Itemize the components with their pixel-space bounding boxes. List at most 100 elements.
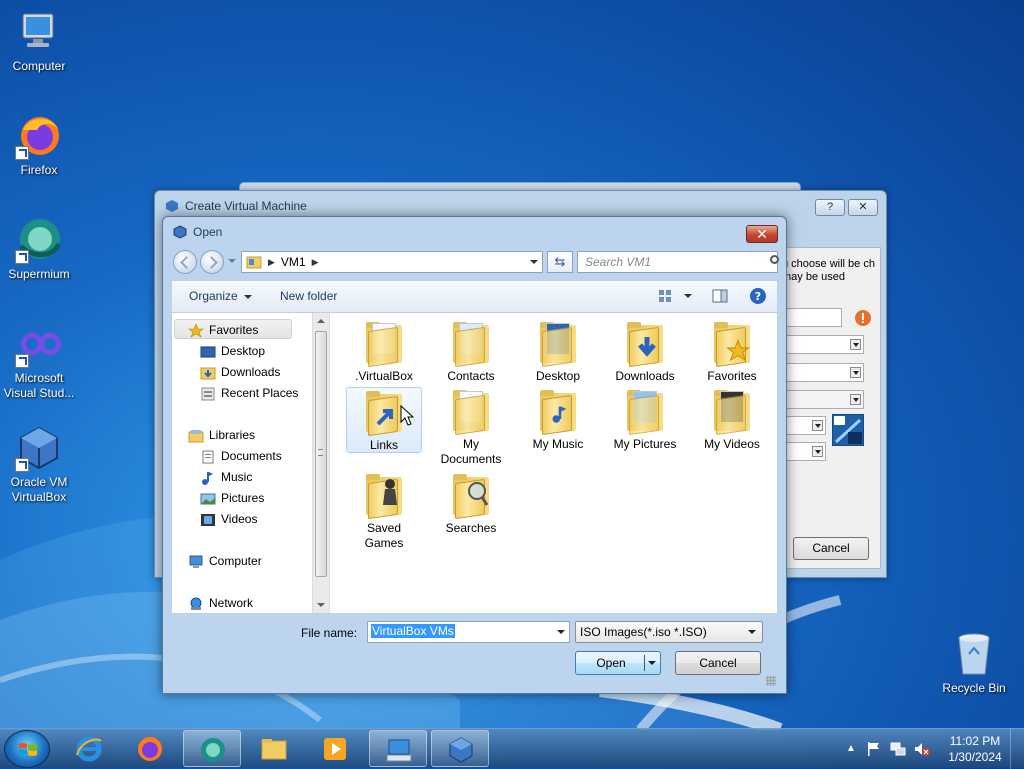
nav-network[interactable]: Network — [188, 593, 253, 613]
navigation-bar: ▶ VM1 ▶ ⇆ Search VM1 — [171, 249, 779, 275]
create-vm-folder-combo[interactable] — [780, 335, 864, 354]
action-center-flag-icon[interactable] — [866, 741, 882, 757]
nav-videos[interactable]: Videos — [200, 509, 257, 529]
open-dialog-title: Open — [193, 225, 223, 239]
desktop-icon-visual-studio[interactable]: Microsoft Visual Stud... — [1, 320, 77, 401]
folder-icon — [261, 739, 287, 760]
desktop-icon-computer[interactable]: Computer — [1, 8, 77, 74]
nav-music[interactable]: Music — [200, 467, 252, 487]
contacts-folder-icon — [447, 319, 495, 368]
create-vm-cancel-button[interactable]: Cancel — [793, 537, 869, 560]
computer-icon — [188, 555, 204, 569]
search-icon — [770, 255, 779, 264]
nav-documents[interactable]: Documents — [200, 446, 282, 466]
file-list: .VirtualBox Contacts Desktop Downloads F… — [332, 313, 777, 613]
resize-grip[interactable] — [766, 676, 776, 686]
taskbar-virtualbox[interactable] — [431, 730, 489, 767]
taskbar-internet-explorer[interactable] — [60, 730, 118, 767]
folder-item[interactable]: Contacts — [433, 319, 509, 384]
clock-date: 1/30/2024 — [948, 750, 1002, 764]
forward-button[interactable] — [200, 250, 224, 274]
volume-muted-icon[interactable] — [914, 741, 930, 757]
virtualbox-icon — [173, 225, 187, 239]
desktop-icon-virtualbox[interactable]: Oracle VM VirtualBox — [1, 424, 77, 505]
firefox-icon — [138, 737, 162, 761]
address-dropdown-icon[interactable] — [530, 260, 538, 264]
nav-libraries[interactable]: Libraries — [188, 425, 255, 445]
start-button[interactable] — [4, 730, 50, 768]
clock[interactable]: 11:02 PM 1/30/2024 — [942, 733, 1008, 765]
desktop-icon-firefox[interactable]: Firefox — [1, 112, 77, 178]
folder-item[interactable]: My Pictures — [607, 387, 683, 452]
taskbar-firefox[interactable] — [121, 730, 179, 767]
search-input[interactable]: Search VM1 — [577, 251, 778, 273]
preview-pane-icon[interactable] — [712, 289, 728, 303]
change-view-icon[interactable] — [658, 289, 674, 303]
create-vm-iso-combo[interactable] — [780, 363, 864, 382]
new-folder-button[interactable]: New folder — [280, 289, 337, 303]
keyboard-icon — [386, 739, 412, 762]
virtualbox-icon — [15, 424, 63, 472]
file-type-select[interactable]: ISO Images(*.iso *.ISO) — [575, 621, 763, 643]
documents-icon — [200, 450, 216, 464]
supermium-icon — [15, 216, 63, 264]
nav-downloads[interactable]: Downloads — [200, 362, 280, 382]
folder-item[interactable]: Saved Games — [346, 471, 422, 551]
nav-recent-places[interactable]: Recent Places — [200, 383, 298, 403]
create-vm-close-button[interactable]: ✕ — [848, 199, 878, 216]
open-button[interactable]: Open — [575, 651, 661, 675]
folder-item[interactable]: Searches — [433, 471, 509, 536]
create-vm-title: Create Virtual Machine — [185, 199, 307, 213]
nav-desktop[interactable]: Desktop — [200, 341, 265, 361]
folder-item[interactable]: Desktop — [520, 319, 596, 384]
svg-text:?: ? — [755, 290, 761, 303]
open-split-dropdown-icon[interactable] — [648, 661, 656, 665]
taskbar-keyboard-app[interactable] — [369, 730, 427, 767]
open-dialog-titlebar[interactable]: Open — [163, 217, 786, 247]
scroll-down-arrow-icon[interactable] — [317, 603, 325, 607]
network-tray-icon[interactable] — [890, 741, 906, 757]
taskbar-supermium[interactable] — [183, 730, 241, 767]
desktop-icon-recycle-bin[interactable]: Recycle Bin — [936, 630, 1012, 696]
address-bar[interactable]: ▶ VM1 ▶ — [241, 251, 543, 273]
shortcut-arrow-icon — [15, 146, 29, 160]
help-icon[interactable]: ? — [749, 287, 767, 305]
back-button[interactable] — [173, 250, 197, 274]
open-dialog-close-button[interactable]: ✕ — [746, 225, 778, 243]
create-vm-name-field[interactable] — [780, 308, 842, 327]
file-name-dropdown-icon[interactable] — [557, 630, 565, 634]
downloads-folder-icon — [621, 319, 669, 368]
folder-item[interactable]: Favorites — [694, 319, 770, 384]
recent-locations-dropdown[interactable] — [228, 259, 236, 263]
view-options-dropdown[interactable] — [684, 294, 692, 298]
navigation-scrollbar[interactable] — [312, 313, 329, 613]
show-hidden-icons-chevron-icon[interactable]: ▲ — [846, 743, 856, 754]
organize-button[interactable]: Organize — [189, 289, 252, 303]
folder-item[interactable]: My Videos — [694, 387, 770, 452]
nav-computer[interactable]: Computer — [188, 551, 262, 571]
help-button[interactable]: ? — [815, 199, 845, 216]
folder-item[interactable]: .VirtualBox — [346, 319, 422, 384]
breadcrumb-chevron-icon[interactable]: ▶ — [268, 257, 275, 268]
nav-pictures[interactable]: Pictures — [200, 488, 264, 508]
desktop-icon-supermium[interactable]: Supermium — [1, 216, 77, 282]
file-name-input[interactable]: VirtualBox VMs — [367, 621, 570, 643]
chevron-down-icon — [748, 630, 756, 634]
taskbar-windows-explorer[interactable] — [245, 730, 303, 767]
dialog-body: Favorites Desktop Downloads Recent Place… — [171, 312, 778, 614]
nav-favorites[interactable]: Favorites — [188, 320, 258, 340]
breadcrumb-chevron-icon[interactable]: ▶ — [312, 257, 319, 268]
folder-item[interactable]: My Music — [520, 387, 596, 452]
folder-item[interactable]: My Documents — [433, 387, 509, 467]
taskbar-media-player[interactable] — [306, 730, 364, 767]
folder-item[interactable]: Downloads — [607, 319, 683, 384]
cancel-button[interactable]: Cancel — [675, 651, 761, 675]
saved-games-folder-icon — [360, 471, 408, 520]
show-desktop-button[interactable] — [1010, 729, 1024, 769]
scroll-up-arrow-icon[interactable] — [317, 319, 325, 323]
open-dialog[interactable]: Open ✕ ▶ VM1 ▶ ⇆ Search VM1 Organize New… — [162, 216, 787, 694]
dialog-footer: File name: VirtualBox VMs ISO Images(*.i… — [171, 614, 778, 688]
refresh-button[interactable]: ⇆ — [547, 251, 573, 273]
breadcrumb-vm1[interactable]: VM1 — [281, 255, 306, 269]
create-vm-edition-combo[interactable] — [780, 390, 864, 409]
